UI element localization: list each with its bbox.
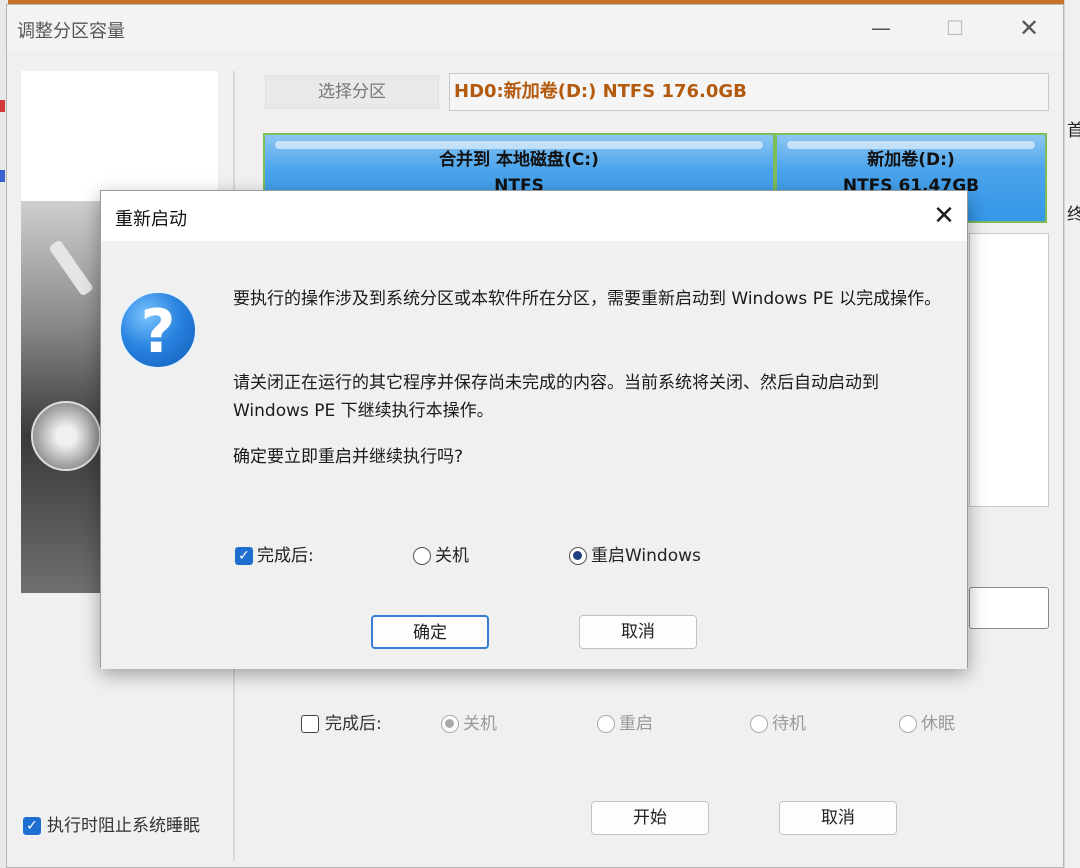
radio-hibernate-label: 休眠 (921, 714, 955, 734)
dialog-message-1: 要执行的操作涉及到系统分区或本软件所在分区，需要重新启动到 Windows PE… (233, 289, 942, 309)
partition-d-name: 新加卷(D:) (867, 150, 955, 170)
desktop-marker-red (0, 100, 5, 112)
partition-info-panel (969, 233, 1049, 507)
dialog-after-complete-checkbox[interactable]: ✓ 完成后: (235, 541, 314, 566)
start-button[interactable]: 开始 (591, 801, 709, 835)
dialog-radio-restart-label: 重启Windows (591, 546, 701, 566)
radio-icon (441, 715, 459, 733)
radio-restart[interactable]: 重启 (597, 709, 653, 734)
radio-shutdown-label: 关机 (463, 714, 497, 734)
after-complete-label: 完成后: (325, 714, 382, 734)
background-text-middle: 终 (1067, 205, 1080, 225)
dialog-ok-button[interactable]: 确定 (371, 615, 489, 649)
background-window-edge: 首 终 (1064, 0, 1080, 868)
partition-c-name: 合并到 本地磁盘(C:) (439, 150, 599, 170)
radio-icon (899, 715, 917, 733)
hdd-platter-graphic (31, 401, 101, 471)
restart-dialog: 重新启动 ✕ ? 要执行的操作涉及到系统分区或本软件所在分区，需要重新启动到 W… (100, 190, 968, 669)
selected-partition-field: HD0:新加卷(D:) NTFS 176.0GB (449, 73, 1049, 111)
radio-icon (750, 715, 768, 733)
prevent-sleep-label: 执行时阻止系统睡眠 (47, 816, 200, 836)
prevent-sleep-checkbox[interactable]: ✓ 执行时阻止系统睡眠 (23, 811, 200, 836)
desktop-marker-blue (0, 170, 5, 182)
size-input[interactable] (969, 587, 1049, 629)
dialog-cancel-button[interactable]: 取消 (579, 615, 697, 649)
close-button[interactable]: ✕ (1009, 13, 1049, 43)
window-title: 调整分区容量 (17, 21, 125, 42)
radio-icon (413, 547, 431, 565)
maximize-button[interactable]: ☐ (935, 13, 975, 43)
dialog-message-2: 请关闭正在运行的其它程序并保存尚未完成的内容。当前系统将关闭、然后自动启动到 W… (233, 373, 879, 421)
after-complete-checkbox[interactable]: 完成后: (301, 709, 382, 734)
dialog-title: 重新启动 (115, 209, 187, 230)
partition-highlight (787, 141, 1035, 149)
dialog-message-3: 确定要立即重启并继续执行吗? (233, 447, 464, 467)
select-partition-button[interactable]: 选择分区 (265, 75, 439, 109)
minimize-button[interactable]: — (861, 13, 901, 43)
radio-shutdown[interactable]: 关机 (441, 709, 497, 734)
dialog-titlebar: 重新启动 ✕ (101, 191, 967, 241)
checkbox-icon (301, 715, 319, 733)
main-cancel-button[interactable]: 取消 (779, 801, 897, 835)
checkbox-checked-icon: ✓ (235, 547, 253, 565)
checkbox-checked-icon: ✓ (23, 817, 41, 835)
radio-standby[interactable]: 待机 (750, 709, 806, 734)
radio-hibernate[interactable]: 休眠 (899, 709, 955, 734)
background-text-top: 首 (1067, 121, 1080, 141)
dialog-body: ? 要执行的操作涉及到系统分区或本软件所在分区，需要重新启动到 Windows … (101, 241, 967, 669)
dialog-radio-shutdown-label: 关机 (435, 546, 469, 566)
dialog-close-button[interactable]: ✕ (927, 199, 961, 233)
radio-icon (597, 715, 615, 733)
hdd-arm-graphic (48, 239, 94, 297)
radio-selected-icon (569, 547, 587, 565)
dialog-radio-restart-windows[interactable]: 重启Windows (569, 541, 701, 566)
dialog-after-complete-label: 完成后: (257, 546, 314, 566)
question-icon: ? (119, 291, 197, 369)
partition-highlight (275, 141, 763, 149)
window-titlebar: 调整分区容量 — ☐ ✕ (7, 5, 1063, 51)
dialog-radio-shutdown[interactable]: 关机 (413, 541, 469, 566)
radio-standby-label: 待机 (772, 714, 806, 734)
radio-restart-label: 重启 (619, 714, 653, 734)
